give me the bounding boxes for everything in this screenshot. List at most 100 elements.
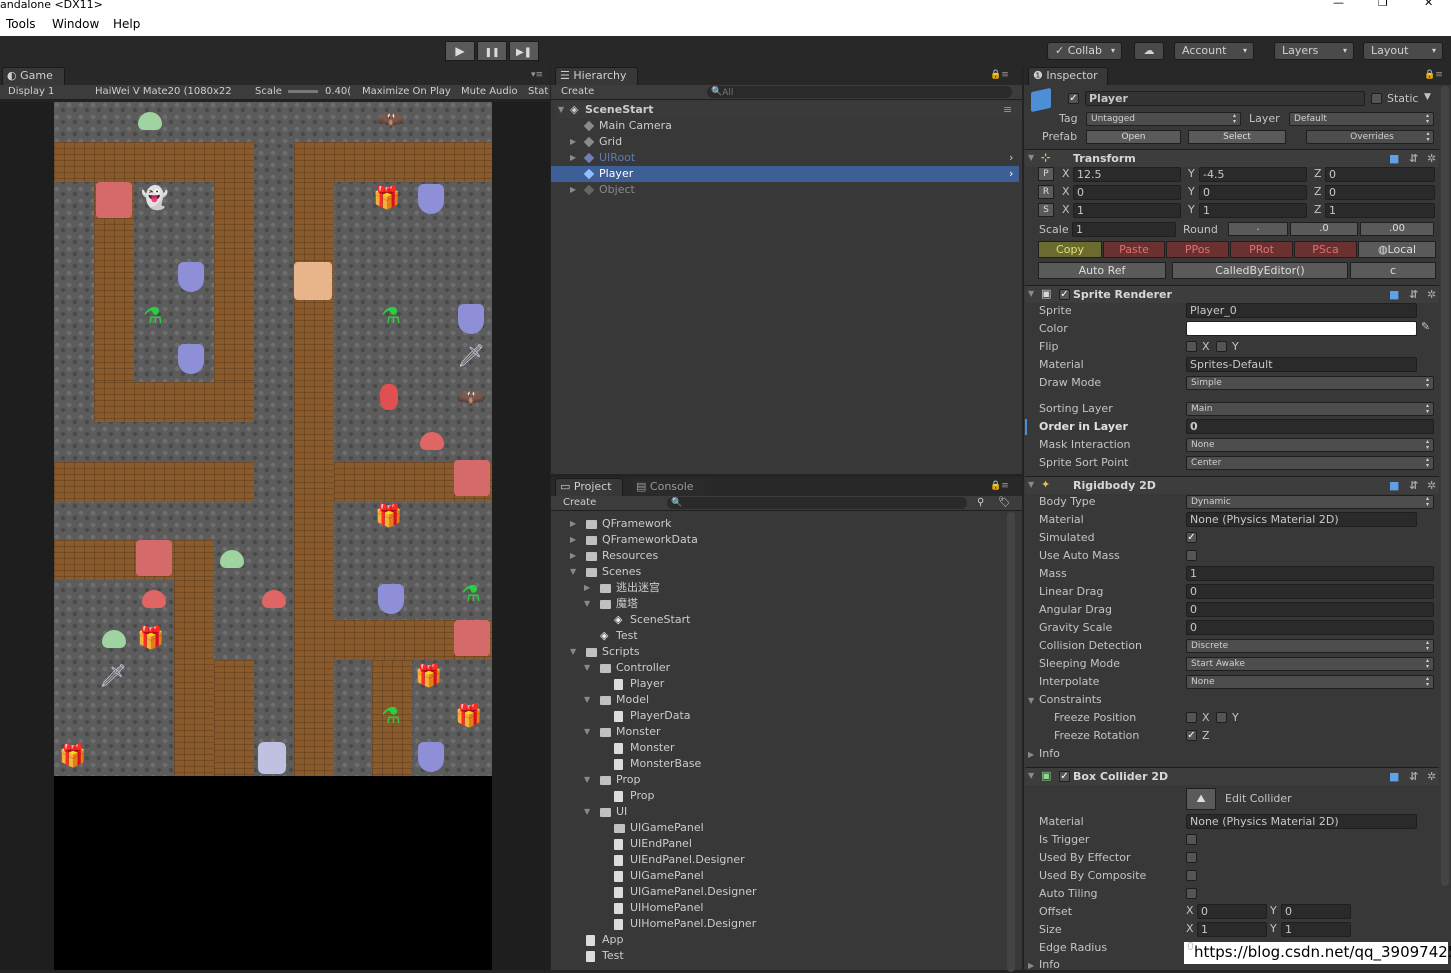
- called-by-editor-button[interactable]: CalledByEditor(): [1172, 262, 1348, 279]
- preset-icon[interactable]: ⇵: [1409, 770, 1418, 783]
- position-y-field[interactable]: -4.5: [1199, 167, 1307, 182]
- project-item[interactable]: Monster: [551, 740, 1006, 756]
- close-button[interactable]: ✕: [1424, 0, 1433, 8]
- step-button[interactable]: ▶❚: [509, 41, 539, 61]
- flip-y-checkbox[interactable]: [1216, 341, 1227, 352]
- active-checkbox[interactable]: ✓: [1068, 93, 1079, 104]
- box-collider-header[interactable]: ▼ ▣ ✓ Box Collider 2D ■ ⇵ ✲: [1025, 767, 1439, 785]
- preset-icon[interactable]: ⇵: [1409, 479, 1418, 492]
- interpolate-dropdown[interactable]: None: [1186, 675, 1434, 689]
- collapse-icon[interactable]: ▼: [584, 804, 590, 820]
- body-type-dropdown[interactable]: Dynamic: [1186, 495, 1434, 509]
- project-item[interactable]: ▼ 魔塔: [551, 596, 1006, 612]
- copy-button[interactable]: Copy: [1038, 241, 1102, 258]
- edge-radius-value[interactable]: 0: [1187, 940, 1194, 953]
- hierarchy-item-player[interactable]: Player ›: [551, 166, 1019, 182]
- prefab-open-button[interactable]: Open: [1086, 130, 1181, 144]
- rigidbody2d-header[interactable]: ▼ ✦ Rigidbody 2D ■ ⇵ ✲: [1025, 476, 1439, 494]
- scale-slider[interactable]: [288, 90, 318, 93]
- freeze-rotation-z-checkbox[interactable]: ✓: [1186, 730, 1197, 741]
- scale-x-field[interactable]: 1: [1073, 203, 1181, 218]
- collapse-icon[interactable]: ▼: [570, 644, 576, 660]
- hierarchy-search-input[interactable]: 🔍 All: [707, 86, 1012, 98]
- sorting-layer-dropdown[interactable]: Main: [1186, 402, 1434, 416]
- flip-x-checkbox[interactable]: [1186, 341, 1197, 352]
- lock-icon[interactable]: 🔒≡: [990, 70, 1009, 80]
- position-x-field[interactable]: 12.5: [1073, 167, 1181, 182]
- rotation-y-field[interactable]: 0: [1199, 185, 1307, 200]
- mute-audio-toggle[interactable]: Mute Audio: [461, 86, 518, 97]
- sprite-renderer-enabled-checkbox[interactable]: ✓: [1059, 289, 1070, 300]
- expand-icon[interactable]: ▶: [570, 532, 576, 548]
- prefab-overrides-dropdown[interactable]: Overrides: [1306, 130, 1434, 144]
- rotation-x-field[interactable]: 0: [1073, 185, 1181, 200]
- linear-drag-field[interactable]: 0: [1186, 584, 1434, 599]
- rb-material-field[interactable]: None (Physics Material 2D): [1186, 512, 1417, 527]
- round-0-button[interactable]: .: [1228, 222, 1288, 236]
- local-toggle-button[interactable]: ◍Local: [1358, 241, 1436, 258]
- scale-y-field[interactable]: 1: [1199, 203, 1307, 218]
- project-item[interactable]: ▶ Resources: [551, 548, 1006, 564]
- project-search-input[interactable]: 🔍: [667, 497, 967, 509]
- scene-row[interactable]: ▼ ◈ SceneStart ≡: [556, 102, 1022, 118]
- transform-header[interactable]: ▼ ⊹ Transform ■ ⇵ ✲: [1025, 149, 1439, 167]
- collab-button[interactable]: ✓ Collab ▾: [1047, 42, 1122, 60]
- project-item[interactable]: ▶ QFramework: [551, 516, 1006, 532]
- auto-ref-button[interactable]: Auto Ref: [1038, 262, 1166, 279]
- scene-menu-icon[interactable]: ≡: [1003, 102, 1012, 118]
- collapse-icon[interactable]: ▼: [584, 772, 590, 788]
- used-by-effector-checkbox[interactable]: [1186, 852, 1197, 863]
- gameobject-name-field[interactable]: Player: [1085, 91, 1365, 106]
- layer-dropdown[interactable]: Default: [1289, 112, 1434, 126]
- mass-field[interactable]: 1: [1186, 566, 1434, 581]
- expand-icon[interactable]: ▶: [1028, 961, 1034, 970]
- hierarchy-create-button[interactable]: Create: [561, 86, 594, 97]
- project-item[interactable]: UIGamePanel: [551, 820, 1006, 836]
- project-item[interactable]: ▶ QFrameworkData: [551, 532, 1006, 548]
- expand-icon[interactable]: ▶: [570, 150, 576, 166]
- draw-mode-dropdown[interactable]: Simple: [1186, 376, 1434, 390]
- hierarchy-item-uiroot[interactable]: ▶ UIRoot ›: [556, 150, 1022, 166]
- expand-icon[interactable]: ▶: [570, 134, 576, 150]
- stats-toggle[interactable]: Stat: [528, 86, 548, 97]
- project-item[interactable]: PlayerData: [551, 708, 1006, 724]
- auto-tiling-checkbox[interactable]: [1186, 888, 1197, 899]
- expand-icon[interactable]: ▶: [570, 516, 576, 532]
- paste-scale-button[interactable]: PSca: [1294, 241, 1357, 258]
- reset-position-button[interactable]: P: [1038, 167, 1054, 181]
- pause-button[interactable]: ❚❚: [477, 41, 507, 61]
- project-item[interactable]: Test: [551, 948, 1006, 964]
- project-item[interactable]: ▶ 逃出迷宫: [551, 580, 1006, 596]
- mask-interaction-dropdown[interactable]: None: [1186, 438, 1434, 452]
- project-item[interactable]: UIGamePanel.Designer: [551, 884, 1006, 900]
- tab-hierarchy[interactable]: ☰ Hierarchy: [555, 67, 638, 85]
- preset-icon[interactable]: ⇵: [1409, 288, 1418, 301]
- project-item[interactable]: UIHomePanel.Designer: [551, 916, 1006, 932]
- menu-tools[interactable]: Tools: [6, 17, 36, 31]
- bc-material-field[interactable]: None (Physics Material 2D): [1186, 814, 1417, 829]
- project-item[interactable]: ▼ Model: [551, 692, 1006, 708]
- project-item[interactable]: ◈ Test: [551, 628, 1006, 644]
- collapse-icon[interactable]: ▼: [1028, 696, 1034, 705]
- collapse-icon[interactable]: ▼: [584, 692, 590, 708]
- project-item[interactable]: Player: [551, 676, 1006, 692]
- static-checkbox[interactable]: [1371, 93, 1382, 104]
- scale-z-field[interactable]: 1: [1325, 203, 1435, 218]
- tab-project[interactable]: ▭ Project: [555, 478, 623, 496]
- expand-icon[interactable]: ▶: [1028, 750, 1034, 759]
- sprite-renderer-header[interactable]: ▼ ▣ ✓ Sprite Renderer ■ ⇵ ✲: [1025, 285, 1439, 303]
- label-icon[interactable]: 🏷: [998, 497, 1011, 508]
- used-by-composite-checkbox[interactable]: [1186, 870, 1197, 881]
- paste-button[interactable]: Paste: [1103, 241, 1165, 258]
- project-item[interactable]: ▼ Monster: [551, 724, 1006, 740]
- project-item[interactable]: App: [551, 932, 1006, 948]
- size-x-field[interactable]: 1: [1197, 922, 1267, 937]
- collapse-icon[interactable]: ▼: [584, 724, 590, 740]
- project-item[interactable]: ◈ SceneStart: [551, 612, 1006, 628]
- paste-position-button[interactable]: PPos: [1166, 241, 1229, 258]
- help-icon[interactable]: ■: [1389, 770, 1399, 783]
- project-item[interactable]: ▼ Scripts: [551, 644, 1006, 660]
- is-trigger-checkbox[interactable]: [1186, 834, 1197, 845]
- project-create-button[interactable]: Create: [563, 497, 596, 508]
- menu-window[interactable]: Window: [52, 17, 99, 31]
